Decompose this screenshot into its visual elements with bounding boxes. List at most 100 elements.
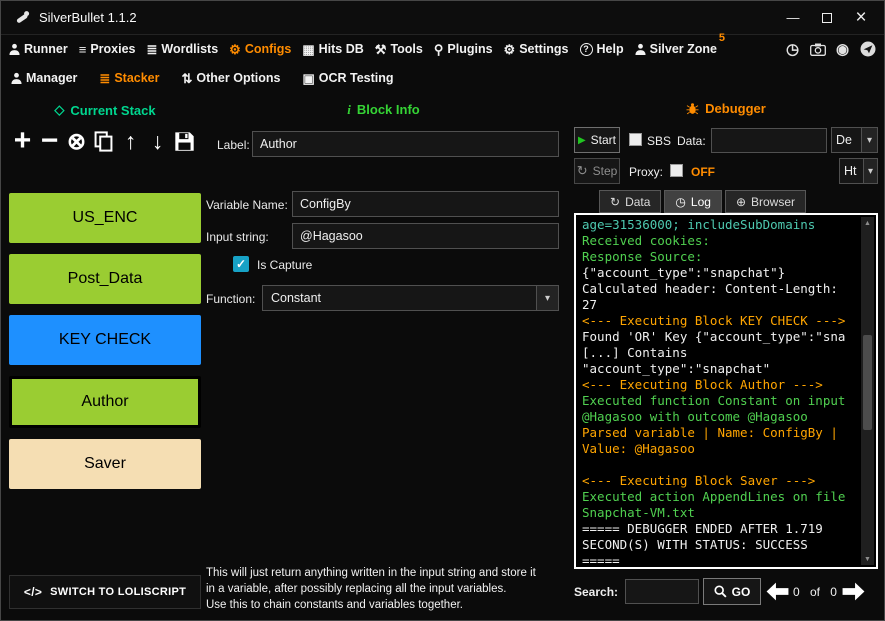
nav-tools[interactable]: ⚒ Tools xyxy=(375,42,423,56)
search-input[interactable] xyxy=(625,579,699,604)
maximize-button[interactable] xyxy=(810,3,844,33)
subnav-ocr-testing[interactable]: ▣ OCR Testing xyxy=(302,71,393,85)
log-line: <--- Executing Block Saver ---> xyxy=(582,473,816,488)
nav-proxies-label: Proxies xyxy=(90,42,136,56)
stack-block-saver[interactable]: Saver xyxy=(9,439,201,489)
start-button[interactable]: ▶ Start xyxy=(574,127,620,153)
stack-block-author[interactable]: Author xyxy=(9,376,201,428)
match-counter-current: 0 xyxy=(793,585,800,599)
nav-hits-db[interactable]: ▦ Hits DB xyxy=(302,42,363,56)
match-counter-total: 0 xyxy=(830,585,837,599)
previous-match-button[interactable] xyxy=(765,581,790,602)
nav-quick-icons: ◷ ◉ xyxy=(784,40,876,58)
nav-proxies[interactable]: ≡ Proxies xyxy=(79,42,136,56)
log-line: Snapchat-VM.txt xyxy=(582,505,695,520)
main-nav: Runner ≡ Proxies ≣ Wordlists ⚙ Configs ▦… xyxy=(1,32,884,63)
proxy-type-dropdown[interactable]: Ht ▾ xyxy=(839,158,878,184)
proxy-status: OFF xyxy=(691,165,715,179)
chevron-down-icon[interactable]: ▾ xyxy=(863,159,877,183)
nav-silver-zone[interactable]: Silver Zone 5 xyxy=(635,32,725,56)
history-icon[interactable]: ◷ xyxy=(784,40,801,58)
add-block-button[interactable]: + xyxy=(11,123,34,159)
move-down-button[interactable]: ↓ xyxy=(146,123,169,159)
nav-configs[interactable]: ⚙ Configs xyxy=(229,42,291,56)
subnav-other-options[interactable]: ⇅ Other Options xyxy=(182,71,281,85)
nav-settings-label: Settings xyxy=(519,42,569,56)
stack-block-key-check[interactable]: KEY CHECK xyxy=(9,315,201,365)
block-description: This will just return anything written i… xyxy=(206,566,566,614)
clock-icon: ◷ xyxy=(675,194,686,209)
is-capture-checkbox[interactable]: ✓ xyxy=(233,256,249,272)
log-line: <--- Executing Block Author ---> xyxy=(582,377,823,392)
scrollbar-thumb[interactable] xyxy=(863,335,872,430)
log-scrollbar[interactable]: ▲ ▼ xyxy=(861,217,874,565)
current-stack-title: Current Stack xyxy=(70,102,156,118)
subnav-stacker[interactable]: ≣ Stacker xyxy=(99,71,159,85)
silver-zone-badge: 5 xyxy=(718,32,725,44)
subnav-ocr-testing-label: OCR Testing xyxy=(318,71,394,85)
log-line: Response Source: xyxy=(582,249,703,264)
block-description-line: Use this to chain constants and variable… xyxy=(206,598,463,611)
label-input[interactable] xyxy=(252,131,559,157)
minimize-button[interactable]: — xyxy=(776,3,810,33)
nav-help[interactable]: ? Help xyxy=(579,42,624,56)
database-icon: ▦ xyxy=(302,41,315,57)
duplicate-block-button[interactable] xyxy=(92,123,115,159)
input-string-input[interactable] xyxy=(292,223,559,249)
tab-log[interactable]: ◷ Log xyxy=(664,190,722,213)
go-button[interactable]: GO xyxy=(703,578,761,605)
chevron-down-icon[interactable]: ▾ xyxy=(861,128,877,152)
nav-wordlists[interactable]: ≣ Wordlists xyxy=(147,42,219,56)
step-button[interactable]: ↻ Step xyxy=(574,158,620,184)
nav-runner[interactable]: Runner xyxy=(9,42,68,56)
sub-nav: Manager ≣ Stacker ⇅ Other Options ▣ OCR … xyxy=(1,63,884,93)
tab-browser[interactable]: ⊕ Browser xyxy=(724,190,807,213)
record-icon[interactable]: ◉ xyxy=(834,40,851,58)
search-caption: Search: xyxy=(574,585,619,599)
log-line: "account_type":"snapchat" xyxy=(582,361,771,376)
telegram-icon[interactable] xyxy=(859,41,876,57)
chevron-down-icon[interactable]: ▾ xyxy=(536,286,558,310)
tab-log-label: Log xyxy=(690,194,711,209)
search-icon xyxy=(714,585,727,598)
scroll-up-icon[interactable]: ▲ xyxy=(861,217,874,229)
plug-icon: ⚲ xyxy=(433,41,444,57)
nav-plugins[interactable]: ⚲ Plugins xyxy=(434,42,493,56)
close-button[interactable]: × xyxy=(844,3,878,33)
nav-settings[interactable]: ⚙ Settings xyxy=(504,42,569,56)
subnav-manager[interactable]: Manager xyxy=(11,71,77,85)
proxy-checkbox[interactable] xyxy=(670,164,683,177)
function-dropdown[interactable]: Constant ▾ xyxy=(262,285,559,311)
remove-block-button[interactable]: − xyxy=(38,123,61,159)
switch-to-loliscript-button[interactable]: </> SWITCH TO LOLISCRIPT xyxy=(9,575,201,609)
nav-plugins-label: Plugins xyxy=(447,42,493,56)
variable-name-input[interactable] xyxy=(292,191,559,217)
data-input[interactable] xyxy=(711,128,827,153)
log-line: [...] Contains xyxy=(582,345,688,360)
log-line: Parsed variable | Name: ConfigBy | xyxy=(582,425,838,440)
tab-data[interactable]: ↻ Data xyxy=(599,190,662,213)
move-up-button[interactable]: ↑ xyxy=(119,123,142,159)
save-config-button[interactable] xyxy=(173,123,196,159)
clear-stack-button[interactable]: ⊗ xyxy=(65,123,88,159)
function-caption: Function: xyxy=(206,292,256,306)
help-icon: ? xyxy=(579,42,593,56)
info-icon: i xyxy=(347,102,351,117)
stack-block-us_enc[interactable]: US_ENC xyxy=(9,193,201,243)
log-line: Executed action AppendLines on file xyxy=(582,489,846,504)
manager-icon xyxy=(11,72,22,85)
camera-icon[interactable] xyxy=(809,43,826,56)
step-label: Step xyxy=(592,164,618,178)
wordlist-type-dropdown[interactable]: De ▾ xyxy=(831,127,878,153)
refresh-icon: ↻ xyxy=(610,194,621,209)
log-line: Received cookies: xyxy=(582,233,710,248)
silver-zone-icon xyxy=(635,43,646,56)
stack-block-post_data[interactable]: Post_Data xyxy=(9,254,201,304)
sbs-checkbox[interactable] xyxy=(629,133,642,146)
proxy-type-value: Ht xyxy=(844,164,857,178)
scroll-down-icon[interactable]: ▼ xyxy=(861,553,874,565)
subnav-manager-label: Manager xyxy=(26,71,78,85)
variable-name-caption: Variable Name: xyxy=(206,198,288,212)
next-match-button[interactable] xyxy=(841,581,866,602)
